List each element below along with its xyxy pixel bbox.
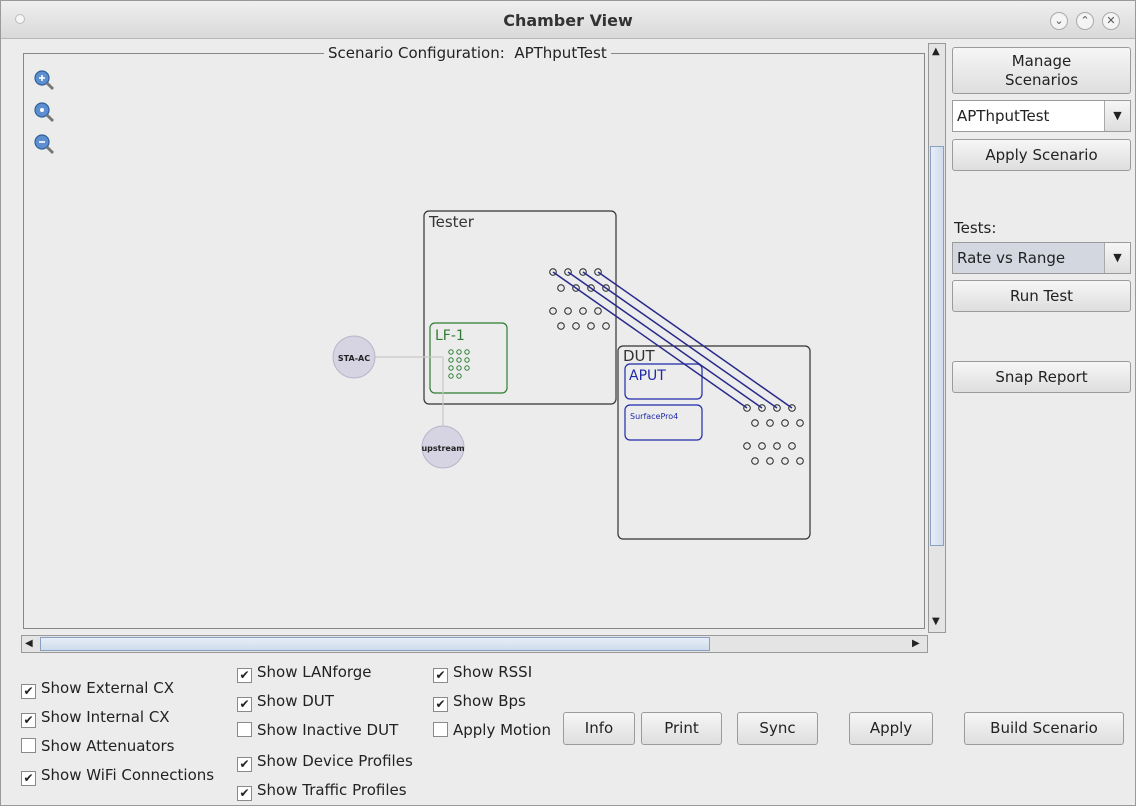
- title-bar: Chamber View ⌄ ⌃ ✕: [1, 1, 1135, 39]
- checkbox-icon[interactable]: ✔: [237, 757, 252, 772]
- apply-button[interactable]: Apply: [849, 712, 933, 745]
- checkbox-label: Show Bps: [453, 692, 526, 710]
- checkbox-icon[interactable]: ✔: [237, 786, 252, 801]
- window-title: Chamber View: [503, 11, 633, 30]
- checkbox-label: Show Inactive DUT: [257, 721, 399, 739]
- checkbox-icon[interactable]: ✔: [433, 668, 448, 683]
- scenario-canvas[interactable]: Scenario Configuration: APThputTest Test…: [15, 43, 928, 633]
- checkbox-label: Show LANforge: [257, 663, 372, 681]
- show-external-cx-checkbox[interactable]: ✔ Show External CX: [21, 679, 174, 699]
- surfacepro4-label: SurfacePro4: [630, 412, 678, 421]
- checkbox-label: Show RSSI: [453, 663, 533, 681]
- scroll-right-icon[interactable]: ▶: [912, 638, 920, 649]
- tests-select[interactable]: Rate vs Range ▼: [952, 242, 1131, 274]
- horizontal-scrollbar[interactable]: ◀ ▶: [21, 635, 928, 653]
- checkbox-icon[interactable]: ✔: [433, 697, 448, 712]
- chamber-view-window: Chamber View ⌄ ⌃ ✕ Scenario Configuratio…: [0, 0, 1136, 806]
- checkbox-label: Show Internal CX: [41, 708, 170, 726]
- checkbox-icon[interactable]: [433, 722, 448, 737]
- maximize-icon[interactable]: ⌃: [1076, 12, 1094, 30]
- apply-scenario-button[interactable]: Apply Scenario: [952, 139, 1131, 171]
- manage-scenarios-line2: Scenarios: [1004, 71, 1079, 89]
- chevron-down-icon[interactable]: ▼: [1104, 243, 1130, 273]
- close-icon[interactable]: ✕: [1102, 12, 1120, 30]
- info-button[interactable]: Info: [563, 712, 635, 745]
- tests-select-value: Rate vs Range: [957, 249, 1066, 267]
- sta-ac-label: STA-AC: [338, 354, 370, 363]
- checkbox-label: Show DUT: [257, 692, 334, 710]
- run-test-button[interactable]: Run Test: [952, 280, 1131, 312]
- dut-ports: [743, 404, 804, 465]
- sync-button[interactable]: Sync: [737, 712, 818, 745]
- dut-label: DUT: [623, 347, 656, 365]
- scroll-up-icon[interactable]: ▲: [932, 46, 940, 57]
- checkbox-label: Show Attenuators: [41, 737, 175, 755]
- show-dut-checkbox[interactable]: ✔ Show DUT: [237, 692, 334, 712]
- show-rssi-checkbox[interactable]: ✔ Show RSSI: [433, 663, 532, 683]
- scenario-select-value: APThputTest: [957, 107, 1050, 125]
- vertical-scroll-thumb[interactable]: [930, 146, 944, 546]
- checkbox-icon[interactable]: ✔: [237, 697, 252, 712]
- checkbox-icon[interactable]: ✔: [21, 771, 36, 786]
- show-internal-cx-checkbox[interactable]: ✔ Show Internal CX: [21, 708, 170, 728]
- show-device-profiles-checkbox[interactable]: ✔ Show Device Profiles: [237, 752, 413, 772]
- show-inactive-dut-checkbox[interactable]: Show Inactive DUT: [237, 721, 398, 739]
- checkbox-label: Show Device Profiles: [257, 752, 413, 770]
- checkbox-label: Show WiFi Connections: [41, 766, 215, 784]
- minimize-icon[interactable]: ⌄: [1050, 12, 1068, 30]
- print-button[interactable]: Print: [641, 712, 722, 745]
- build-scenario-button[interactable]: Build Scenario: [964, 712, 1124, 745]
- checkbox-icon[interactable]: [237, 722, 252, 737]
- tester-ports: [549, 268, 610, 330]
- surfacepro4-box: [624, 404, 703, 441]
- upstream-label: upstream: [421, 444, 464, 453]
- aput-label: APUT: [629, 368, 666, 384]
- tests-label: Tests:: [954, 219, 997, 237]
- lf-1-label: LF-1: [435, 328, 465, 344]
- show-bps-checkbox[interactable]: ✔ Show Bps: [433, 692, 526, 712]
- chamber-diagram: Tester LF-1 DUT APUT SurfacePro4 STA-AC …: [332, 210, 811, 540]
- tester-label: Tester: [428, 213, 475, 231]
- chevron-down-icon[interactable]: ▼: [1104, 101, 1130, 131]
- show-lanforge-checkbox[interactable]: ✔ Show LANforge: [237, 663, 372, 683]
- show-traffic-profiles-checkbox[interactable]: ✔ Show Traffic Profiles: [237, 781, 407, 801]
- checkbox-icon[interactable]: [21, 738, 36, 753]
- manage-scenarios-line1: Manage: [1011, 52, 1072, 70]
- show-attenuators-checkbox[interactable]: Show Attenuators: [21, 737, 174, 755]
- show-wifi-connections-checkbox[interactable]: ✔ Show WiFi Connections: [21, 766, 214, 786]
- checkbox-label: Show Traffic Profiles: [257, 781, 407, 799]
- horizontal-scroll-thumb[interactable]: [40, 637, 710, 651]
- checkbox-label: Show External CX: [41, 679, 174, 697]
- wifi-links: [552, 271, 793, 409]
- vertical-scrollbar[interactable]: ▲ ▼: [928, 43, 946, 633]
- checkbox-icon[interactable]: ✔: [21, 684, 36, 699]
- lf-1-ports: [448, 349, 470, 379]
- scroll-down-icon[interactable]: ▼: [932, 616, 940, 627]
- scenario-select[interactable]: APThputTest ▼: [952, 100, 1131, 132]
- checkbox-icon[interactable]: ✔: [21, 713, 36, 728]
- checkbox-icon[interactable]: ✔: [237, 668, 252, 683]
- manage-scenarios-button[interactable]: Manage Scenarios: [952, 47, 1131, 94]
- scroll-left-icon[interactable]: ◀: [25, 638, 33, 649]
- checkbox-label: Apply Motion: [453, 721, 551, 739]
- snap-report-button[interactable]: Snap Report: [952, 361, 1131, 393]
- apply-motion-checkbox[interactable]: Apply Motion: [433, 721, 551, 739]
